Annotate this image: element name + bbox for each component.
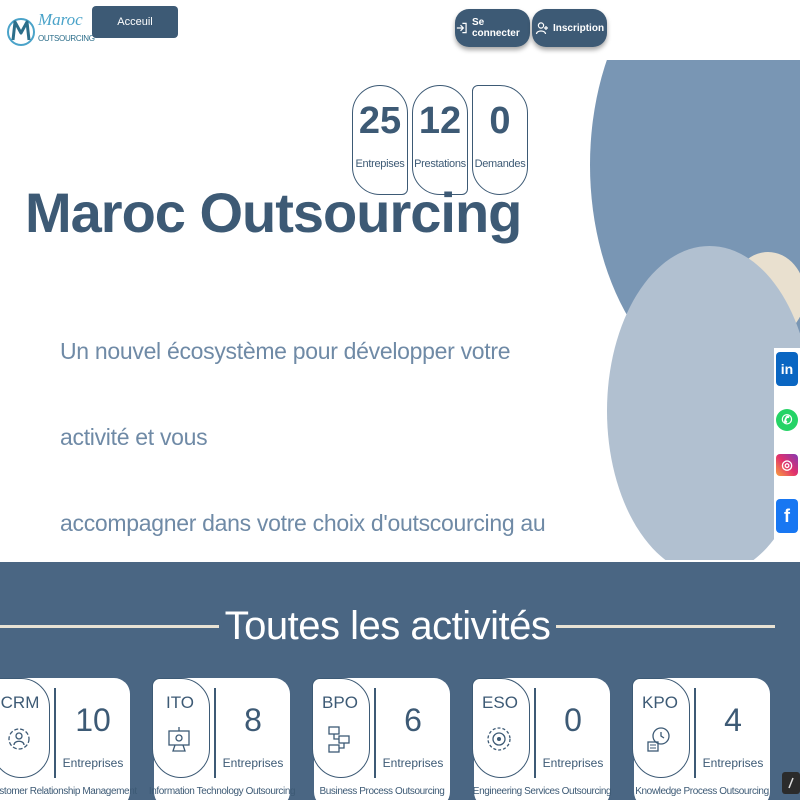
activity-card-crm[interactable]: CRM 10 Entreprises Customer Relationship…	[0, 678, 137, 800]
activity-tab: CRM	[0, 678, 50, 778]
login-label: Se connecter	[471, 17, 520, 39]
activities-section: Toutes les activités CRM 10 Entreprises …	[0, 562, 800, 800]
activity-card-kpo[interactable]: KPO 4 Entreprises Knowledge Process Outs…	[632, 678, 770, 800]
activity-count: 6	[404, 702, 422, 738]
activity-code: BPO	[322, 693, 358, 712]
site-header: Maroc OUTSOURCING Acceuil Se connecter I…	[0, 0, 800, 60]
activity-count-label: Entreprises	[62, 756, 124, 770]
activity-count-label: Entreprises	[222, 756, 284, 770]
activity-count: 4	[724, 702, 742, 738]
activity-code: ITO	[165, 693, 195, 712]
activity-count: 10	[75, 702, 111, 738]
logo-subtitle: OUTSOURCING	[38, 34, 95, 43]
activity-tab: ITO	[152, 678, 210, 778]
logo-m-icon	[7, 18, 35, 46]
gear-icon	[487, 727, 511, 751]
process-icon	[328, 726, 350, 753]
whatsapp-icon[interactable]: ✆	[776, 409, 798, 431]
stat-value: 25	[358, 100, 402, 142]
computer-icon	[168, 727, 190, 752]
arrow-icon	[788, 777, 794, 789]
activity-name: Business Process Outsourcing	[319, 786, 445, 797]
activity-tab: BPO	[312, 678, 370, 778]
logo-name: Maroc	[38, 10, 83, 29]
site-logo[interactable]: Maroc OUTSOURCING	[4, 4, 95, 56]
stat-value: 0	[489, 100, 511, 142]
activities-title: Toutes les activités	[224, 604, 551, 648]
stat-requests: 0 Demandes	[472, 85, 528, 195]
signup-button[interactable]: Inscription	[532, 9, 607, 47]
nav-home-label: Acceuil	[117, 16, 153, 28]
activity-count-label: Entreprises	[382, 756, 444, 770]
linkedin-icon[interactable]: in	[776, 352, 798, 386]
activity-tab: ESO	[472, 678, 530, 778]
activity-code: CRM	[0, 693, 40, 712]
nav-home-button[interactable]: Acceuil	[92, 6, 178, 38]
activity-name: Engineering Services Outsourcing	[472, 786, 612, 797]
activity-tab: KPO	[632, 678, 690, 778]
activity-name: Information Technology Outsourcing	[148, 786, 296, 797]
login-button[interactable]: Se connecter	[455, 9, 530, 47]
hero-title: Maroc Outsourcing	[25, 181, 522, 244]
instagram-icon[interactable]: ◎	[776, 454, 798, 476]
activity-card-ito[interactable]: ITO 8 Entreprises Information Technology…	[149, 678, 296, 800]
activity-code: ESO	[482, 693, 518, 712]
stat-label: Entrepises	[355, 158, 405, 170]
heading-divider	[0, 625, 219, 628]
add-user-icon	[535, 22, 548, 35]
stat-label: Demandes	[474, 158, 526, 170]
hero-text-line: Un nouvel écosystème pour développer vot…	[60, 338, 511, 450]
stat-services: 12 Prestations	[412, 85, 468, 195]
facebook-icon[interactable]: f	[776, 499, 798, 533]
activity-card-bpo[interactable]: BPO 6 Entreprises Business Process Outso…	[312, 678, 450, 800]
crm-icon	[8, 728, 30, 750]
scroll-top-button[interactable]	[782, 772, 800, 794]
activity-count: 0	[564, 702, 582, 738]
activity-name: Customer Relationship Management	[0, 786, 137, 797]
login-icon	[456, 22, 467, 34]
activities-heading: Toutes les activités	[0, 604, 776, 649]
activity-name: Knowledge Process Outsourcing	[635, 786, 769, 797]
heading-divider	[556, 625, 776, 628]
activity-count-label: Entreprises	[702, 756, 764, 770]
stat-companies: 25 Entrepises	[352, 85, 408, 195]
activity-code: KPO	[642, 693, 678, 712]
activity-count-label: Entreprises	[542, 756, 604, 770]
activity-count: 8	[244, 702, 262, 738]
knowledge-icon	[647, 727, 670, 752]
stats-group: 25 Entrepises 12 Prestations 0 Demandes	[352, 85, 528, 195]
stat-value: 12	[418, 100, 462, 142]
social-links: in ✆ ◎ f	[774, 348, 800, 560]
activity-card-eso[interactable]: ESO 0 Entreprises Engineering Services O…	[472, 678, 612, 800]
signup-label: Inscription	[552, 22, 605, 34]
stat-label: Prestations	[414, 158, 466, 170]
